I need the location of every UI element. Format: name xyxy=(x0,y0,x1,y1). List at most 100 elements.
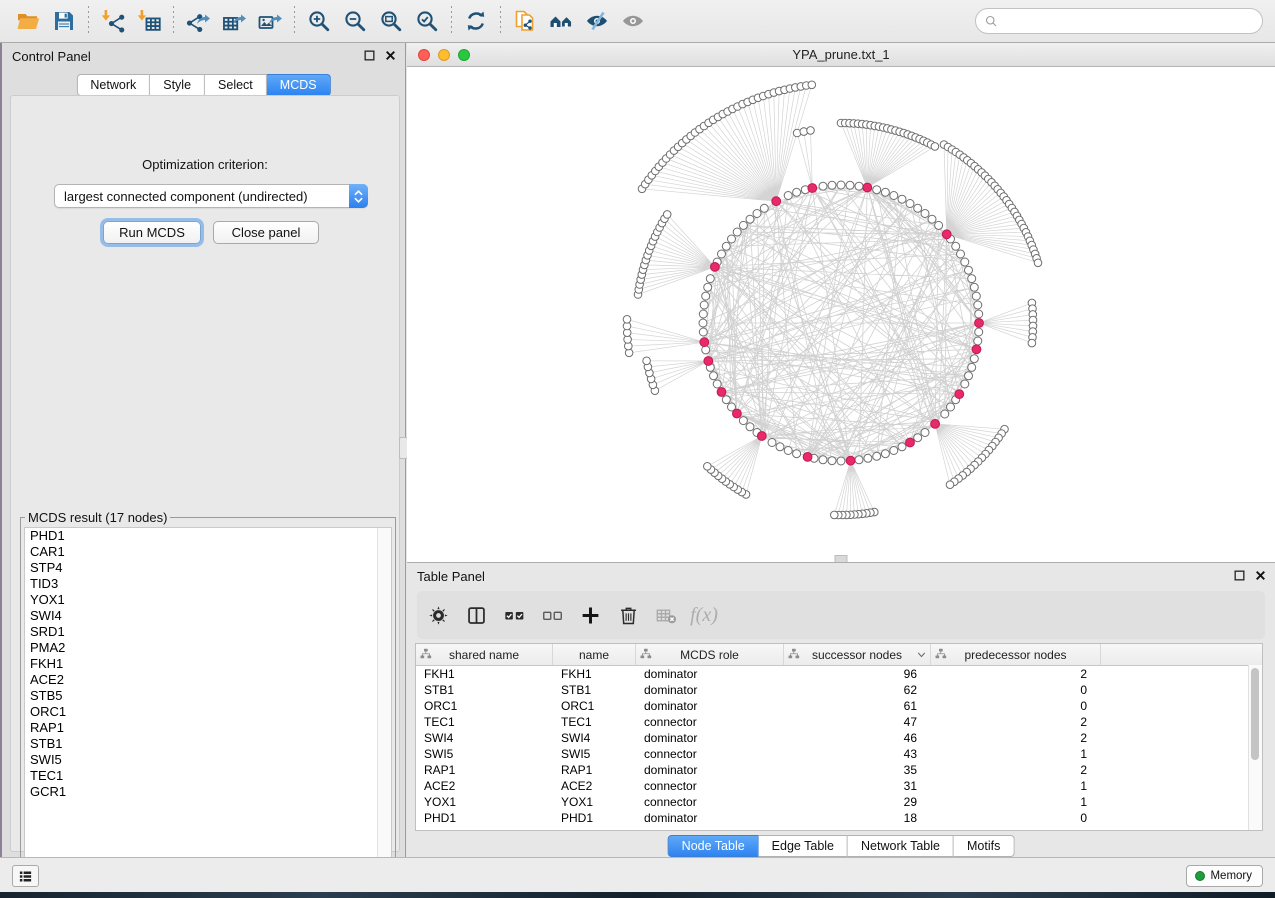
show-all-icon xyxy=(621,9,645,33)
refresh-button[interactable] xyxy=(458,3,494,39)
zoom-out-button[interactable] xyxy=(337,3,373,39)
mcds-result-item[interactable]: YOX1 xyxy=(25,592,391,608)
function-builder-button[interactable]: f(x) xyxy=(687,598,721,632)
close-panel-button[interactable]: Close panel xyxy=(213,221,319,244)
mcds-result-item[interactable]: PMA2 xyxy=(25,640,391,656)
tab-network-table[interactable]: Network Table xyxy=(848,835,954,857)
table-row[interactable]: TEC1TEC1connector472 xyxy=(416,714,1262,730)
toggle-columns-button[interactable] xyxy=(459,598,493,632)
status-bar: Memory xyxy=(0,857,1275,892)
network-window-titlebar[interactable]: YPA_prune.txt_1 xyxy=(407,43,1275,67)
tab-motifs[interactable]: Motifs xyxy=(954,835,1014,857)
tab-edge-table[interactable]: Edge Table xyxy=(759,835,848,857)
import-table-button[interactable] xyxy=(131,3,167,39)
zoom-in-button[interactable] xyxy=(301,3,337,39)
tab-mcds[interactable]: MCDS xyxy=(267,74,331,96)
mcds-result-list[interactable]: PHD1CAR1STP4TID3YOX1SWI4SRD1PMA2FKH1ACE2… xyxy=(24,527,392,888)
zoom-selected-button[interactable] xyxy=(409,3,445,39)
optimization-criterion-select[interactable]: largest connected component (undirected) xyxy=(54,184,368,208)
save-session-button[interactable] xyxy=(46,3,82,39)
search-input[interactable] xyxy=(999,10,1262,32)
mcds-result-item[interactable]: STB1 xyxy=(25,736,391,752)
export-image-button[interactable] xyxy=(252,3,288,39)
add-column-button[interactable] xyxy=(573,598,607,632)
mcds-result-item[interactable]: GCR1 xyxy=(25,784,391,800)
column-header-predecessor-nodes[interactable]: predecessor nodes xyxy=(931,644,1101,665)
duplicate-network-button[interactable] xyxy=(507,3,543,39)
deselect-all-icon xyxy=(542,605,563,626)
table-row[interactable]: PHD1PHD1dominator180 xyxy=(416,810,1262,826)
settings-gear-button[interactable] xyxy=(421,598,455,632)
mcds-result-item[interactable]: PHD1 xyxy=(25,528,391,544)
open-file-icon xyxy=(16,9,40,33)
table-scrollbar-thumb[interactable] xyxy=(1251,668,1259,760)
table-scrollbar[interactable] xyxy=(1248,665,1262,830)
tab-network[interactable]: Network xyxy=(76,74,150,96)
delete-column-button[interactable] xyxy=(611,598,645,632)
table-row[interactable]: SWI5SWI5connector431 xyxy=(416,746,1262,762)
close-panel-icon[interactable] xyxy=(384,49,397,62)
float-panel-icon[interactable] xyxy=(363,49,376,62)
column-header-shared-name[interactable]: shared name xyxy=(416,644,553,665)
mcds-result-item[interactable]: CAR1 xyxy=(25,544,391,560)
column-header-successor-nodes[interactable]: successor nodes xyxy=(784,644,931,665)
table-row[interactable]: STB1STB1dominator620 xyxy=(416,682,1262,698)
control-panel-header: Control Panel xyxy=(2,43,405,69)
cell-predecessor-nodes: 2 xyxy=(931,763,1101,777)
table-row[interactable]: FKH1FKH1dominator962 xyxy=(416,666,1262,682)
delete-table-icon xyxy=(656,605,677,626)
task-history-button[interactable] xyxy=(12,865,39,887)
hide-selected-button[interactable] xyxy=(579,3,615,39)
node-table[interactable]: shared namenameMCDS rolesuccessor nodesp… xyxy=(415,643,1263,831)
table-row[interactable]: RAP1RAP1dominator352 xyxy=(416,762,1262,778)
table-row[interactable]: SWI4SWI4dominator462 xyxy=(416,730,1262,746)
network-canvas[interactable] xyxy=(407,67,1275,562)
mcds-result-item[interactable]: ORC1 xyxy=(25,704,391,720)
cell-name: SWI4 xyxy=(553,731,636,745)
mcds-result-item[interactable]: STB5 xyxy=(25,688,391,704)
select-all-button[interactable] xyxy=(497,598,531,632)
select-all-icon xyxy=(504,605,525,626)
search-icon xyxy=(984,14,999,29)
mcds-result-item[interactable]: TID3 xyxy=(25,576,391,592)
show-all-button[interactable] xyxy=(615,3,651,39)
control-panel-tabs: NetworkStyleSelectMCDS xyxy=(76,74,330,96)
table-row[interactable]: ACE2ACE2connector311 xyxy=(416,778,1262,794)
table-row[interactable]: YOX1YOX1connector291 xyxy=(416,794,1262,810)
mcds-list-scrollbar[interactable] xyxy=(377,528,391,887)
tab-select[interactable]: Select xyxy=(205,74,267,96)
close-panel-icon[interactable] xyxy=(1254,569,1267,582)
memory-button[interactable]: Memory xyxy=(1186,865,1263,887)
float-panel-icon[interactable] xyxy=(1233,569,1246,582)
column-header-MCDS-role[interactable]: MCDS role xyxy=(636,644,784,665)
run-mcds-button[interactable]: Run MCDS xyxy=(103,221,201,244)
mcds-result-item[interactable]: RAP1 xyxy=(25,720,391,736)
network-graph[interactable] xyxy=(407,67,1275,563)
mcds-result-item[interactable]: SWI5 xyxy=(25,752,391,768)
export-network-button[interactable] xyxy=(180,3,216,39)
export-table-button[interactable] xyxy=(216,3,252,39)
tab-node-table[interactable]: Node Table xyxy=(668,835,759,857)
cell-successor-nodes: 47 xyxy=(784,715,931,729)
zoom-fit-button[interactable] xyxy=(373,3,409,39)
open-file-button[interactable] xyxy=(10,3,46,39)
split-pane-handle[interactable] xyxy=(835,555,848,562)
tab-style[interactable]: Style xyxy=(150,74,205,96)
deselect-all-button[interactable] xyxy=(535,598,569,632)
import-network-button[interactable] xyxy=(95,3,131,39)
mcds-result-item[interactable]: SRD1 xyxy=(25,624,391,640)
cell-predecessor-nodes: 1 xyxy=(931,779,1101,793)
column-header-name[interactable]: name xyxy=(553,644,636,665)
mcds-result-item[interactable]: TEC1 xyxy=(25,768,391,784)
save-session-icon xyxy=(52,9,76,33)
first-neighbors-button[interactable] xyxy=(543,3,579,39)
table-row[interactable]: ORC1ORC1dominator610 xyxy=(416,698,1262,714)
delete-table-button[interactable] xyxy=(649,598,683,632)
mcds-result-item[interactable]: STP4 xyxy=(25,560,391,576)
export-image-icon xyxy=(258,9,282,33)
mcds-result-item[interactable]: ACE2 xyxy=(25,672,391,688)
mcds-result-item[interactable]: FKH1 xyxy=(25,656,391,672)
search-box[interactable] xyxy=(975,8,1263,34)
control-panel-title: Control Panel xyxy=(12,49,91,64)
mcds-result-item[interactable]: SWI4 xyxy=(25,608,391,624)
